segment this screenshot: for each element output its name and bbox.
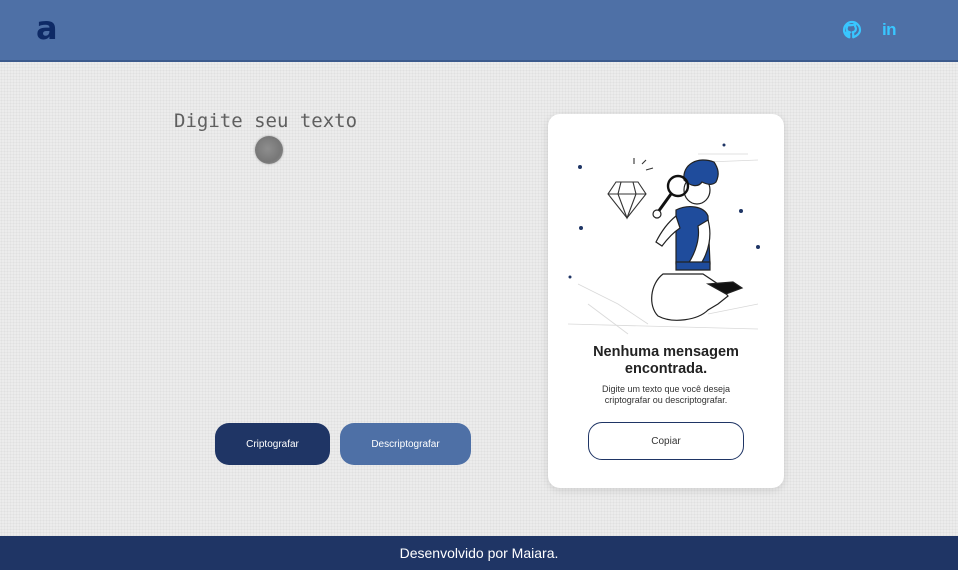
person-with-magnifier-illustration [567,143,760,335]
copy-button[interactable]: Copiar [588,422,744,460]
footer-text: Desenvolvido por Maiara. [399,545,559,561]
empty-state-subtitle: Digite um texto que você deseja criptogr… [601,384,731,405]
footer: Desenvolvido por Maiara. [0,536,958,570]
empty-state-title: Nenhuma mensagem encontrada. [593,344,739,377]
logo[interactable]: a [36,12,58,44]
encrypt-button[interactable]: Criptografar [215,423,330,465]
output-card: Nenhuma mensagem encontrada. Digite um t… [548,114,784,488]
github-icon [842,20,862,39]
linkedin-link[interactable]: in [878,19,900,41]
linkedin-icon: in [881,20,897,39]
decrypt-button[interactable]: Descriptografar [340,423,471,465]
message-input[interactable] [174,110,504,400]
github-link[interactable] [841,19,863,41]
header: a in [0,0,958,62]
cursor-indicator [255,136,283,164]
